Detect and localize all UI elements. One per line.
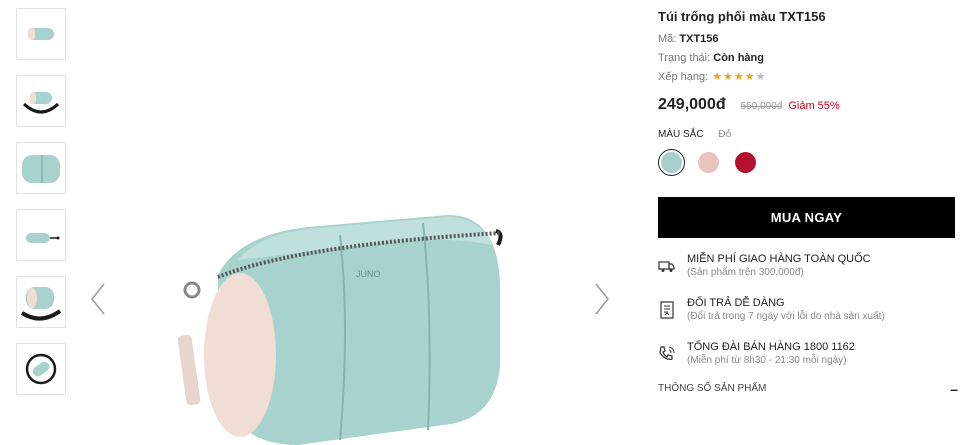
color-dot [661,152,682,173]
truck-icon [658,261,675,272]
feature-title: MIỄN PHÍ GIAO HÀNG TOÀN QUỐC [687,253,871,265]
bag-front-thumbnail [28,28,54,40]
bag-strap-detail-thumbnail [25,353,57,385]
next-image-arrow[interactable] [594,282,610,316]
phone-support-icon [659,346,675,360]
color-selector-label: MÀU SẮC Đỏ [658,129,731,140]
thumbnail-2[interactable] [16,75,66,127]
original-price: 550,000đ [740,101,783,112]
feature-easy-return: ĐỔI TRẢ DỄ DÀNG (Đổi trả trong 7 ngày vớ… [658,297,885,322]
product-code-row: Mã: TXT156 [658,33,719,45]
bag-closeup-thumbnail [22,155,60,183]
return-document-icon [660,301,674,319]
product-status: Còn hàng [713,52,764,64]
bag-image: JUNO [178,215,503,445]
main-product-image: JUNO [82,0,622,445]
feature-subtitle: (Đổi trả trong 7 ngày với lỗi do nhà sản… [687,311,885,322]
feature-subtitle: (Miễn phí từ 8h30 - 21:30 mỗi ngày) [687,355,847,366]
feature-free-shipping: MIỄN PHÍ GIAO HÀNG TOÀN QUỐC (Sản phẩm t… [658,253,871,278]
star-icon: ★ [744,70,755,83]
brand-mark: JUNO [356,269,381,279]
bag-open-thumbnail [20,287,62,321]
product-rating-row: Xếp hạng: ★ ★ ★ ★ ★ [658,71,767,83]
chevron-right-icon [595,283,609,315]
color-swatch-pink[interactable] [695,149,722,176]
feature-hotline: TỔNG ĐÀI BÁN HÀNG 1800 1162 (Miễn phí từ… [658,341,855,366]
feature-title: ĐỔI TRẢ DỄ DÀNG [687,297,785,309]
selected-color-name: Đỏ [718,129,732,140]
product-code: TXT156 [679,33,719,45]
thumbnail-list [16,8,68,410]
price-row: 249,000đ 550,000đ Giảm 55% [658,96,840,114]
rating-stars: ★ ★ ★ ★ ★ [712,70,766,83]
color-swatch-red[interactable] [732,149,759,176]
color-label: MÀU SẮC [658,129,704,140]
product-specs-label: THÔNG SỐ SẢN PHẨM [658,383,767,394]
star-icon: ★ [712,70,723,83]
current-price: 249,000đ [658,96,726,113]
thumbnail-3[interactable] [16,142,66,194]
star-icon: ★ [755,70,766,83]
product-status-row: Trạng thái: Còn hàng [658,52,764,64]
product-specs-toggle[interactable]: THÔNG SỐ SẢN PHẨM – [658,380,958,397]
buy-now-button[interactable]: MUA NGAY [658,197,955,238]
chevron-left-icon [91,283,105,315]
thumbnail-5[interactable] [16,276,66,328]
color-dot [735,152,756,173]
bag-strap-thumbnail [22,92,60,114]
color-dot [698,152,719,173]
product-rating-label: Xếp hạng: [658,71,709,83]
bag-side-thumbnail [26,233,60,243]
product-title: Túi trống phối màu TXT156 [658,9,826,24]
star-icon: ★ [723,70,733,83]
product-code-label: Mã: [658,33,677,45]
color-swatches [658,149,769,176]
thumbnail-4[interactable] [16,209,66,261]
product-status-label: Trạng thái: [658,52,711,64]
thumbnail-1[interactable] [16,8,66,60]
collapse-icon: – [950,380,958,397]
previous-image-arrow[interactable] [90,282,106,316]
star-icon: ★ [733,70,744,83]
feature-title: TỔNG ĐÀI BÁN HÀNG 1800 1162 [687,341,855,353]
discount-badge: Giảm 55% [788,100,840,112]
feature-subtitle: (Sản phẩm trên 300,000đ) [687,267,804,278]
thumbnail-6[interactable] [16,343,66,395]
color-swatch-mint[interactable] [658,149,685,176]
